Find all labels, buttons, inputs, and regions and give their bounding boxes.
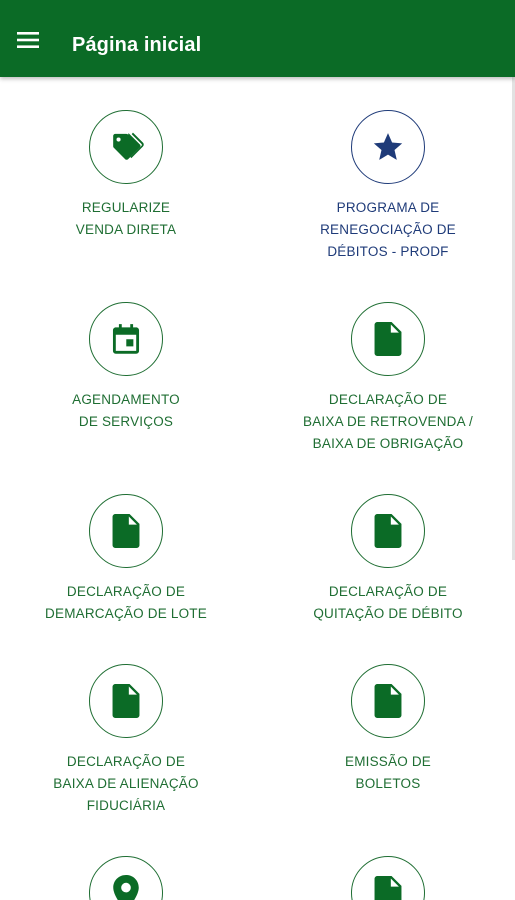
tile-icon-circle	[89, 856, 163, 900]
tile-label: REGULARIZE VENDA DIRETA	[75, 200, 177, 237]
tile-icon-circle	[89, 494, 163, 568]
document-icon	[373, 684, 403, 718]
document-icon	[373, 514, 403, 548]
tile-document[interactable]	[268, 856, 508, 900]
tile-agendamento-servicos[interactable]: AGENDAMENTO DE SERVIÇOS	[6, 302, 246, 433]
tile-label: DECLARAÇÃO DE QUITAÇÃO DE DÉBITO	[313, 584, 463, 621]
tile-label: DECLARAÇÃO DE DEMARCAÇÃO DE LOTE	[45, 584, 207, 621]
tile-icon-circle	[351, 302, 425, 376]
app-bar: Página inicial	[0, 0, 515, 77]
document-icon	[373, 322, 403, 356]
tile-icon-circle	[351, 494, 425, 568]
document-icon	[373, 876, 403, 900]
tile-label: DECLARAÇÃO DE BAIXA DE RETROVENDA / BAIX…	[303, 392, 473, 451]
tile-location[interactable]	[6, 856, 246, 900]
tile-icon-circle	[351, 110, 425, 184]
tile-icon-circle	[89, 110, 163, 184]
tile-label: PROGRAMA DE RENEGOCIAÇÃO DE DÉBITOS - PR…	[320, 200, 456, 259]
calendar-icon	[109, 322, 143, 356]
page-title: Página inicial	[72, 34, 202, 56]
tile-regularize-venda-direta[interactable]: REGULARIZE VENDA DIRETA	[6, 110, 246, 241]
tile-label: AGENDAMENTO DE SERVIÇOS	[72, 392, 180, 429]
menu-icon	[17, 32, 39, 48]
tag-icon	[107, 128, 145, 166]
document-icon	[111, 684, 141, 718]
tile-label: EMISSÃO DE BOLETOS	[344, 754, 432, 791]
app-screen: Página inicial REGULARIZE VENDA DIRETA P…	[0, 0, 515, 900]
tile-icon-circle	[89, 664, 163, 738]
tile-emissao-boletos[interactable]: EMISSÃO DE BOLETOS	[268, 664, 508, 795]
tile-declaracao-demarcacao-lote[interactable]: DECLARAÇÃO DE DEMARCAÇÃO DE LOTE	[6, 494, 246, 625]
tile-label: DECLARAÇÃO DE BAIXA DE ALIENAÇÃO FIDUCIÁ…	[53, 754, 199, 813]
menu-button[interactable]	[8, 20, 48, 60]
tile-programa-renegociacao[interactable]: PROGRAMA DE RENEGOCIAÇÃO DE DÉBITOS - PR…	[268, 110, 508, 263]
tile-declaracao-baixa-retrovenda[interactable]: DECLARAÇÃO DE BAIXA DE RETROVENDA / BAIX…	[268, 302, 508, 455]
tile-icon-circle	[351, 856, 425, 900]
tile-icon-circle	[89, 302, 163, 376]
location-pin-icon	[111, 875, 141, 900]
tile-declaracao-baixa-alienacao[interactable]: DECLARAÇÃO DE BAIXA DE ALIENAÇÃO FIDUCIÁ…	[6, 664, 246, 817]
tile-icon-circle	[351, 664, 425, 738]
document-icon	[111, 514, 141, 548]
tile-declaracao-quitacao-debito[interactable]: DECLARAÇÃO DE QUITAÇÃO DE DÉBITO	[268, 494, 508, 625]
star-icon	[371, 130, 405, 164]
